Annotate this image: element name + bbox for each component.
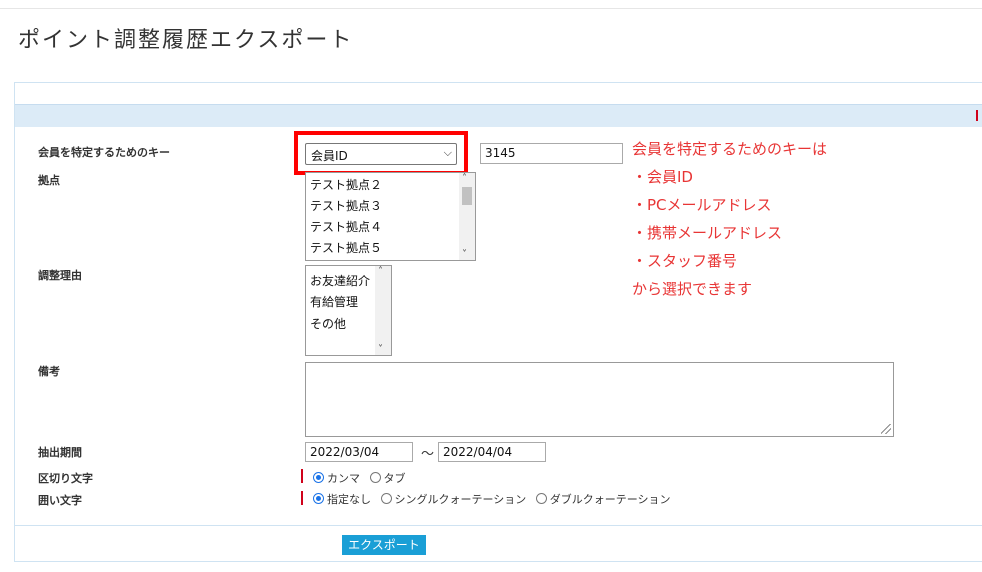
annotation-highlight-box [294,131,468,175]
annotation-line: から選択できます [632,280,753,298]
remarks-textarea[interactable] [305,362,894,437]
reason-option[interactable]: その他 [310,315,346,332]
annotation-line: ・PCメールアドレス [632,196,772,214]
location-listbox[interactable]: テスト拠点２ テスト拠点３ テスト拠点４ テスト拠点５ ˄ ˅ [305,172,476,261]
radio-tab[interactable] [369,472,381,483]
delimiter-radio-group: カンマ タブ [313,470,412,486]
scroll-thumb[interactable] [462,187,472,205]
radio-none[interactable] [313,493,324,504]
member-key-input[interactable]: 3145 [480,143,623,164]
delimiter-label: 区切り文字 [38,472,93,485]
annotation-line: ・携帯メールアドレス [632,224,783,242]
member-key-label: 会員を特定するためのキー [38,146,170,159]
radio-comma[interactable] [313,472,324,483]
radio-single-quote[interactable] [380,493,392,504]
location-option[interactable]: テスト拠点３ [310,197,382,214]
location-option[interactable]: テスト拠点４ [310,218,382,235]
top-divider [0,8,982,9]
required-marker [976,110,978,121]
location-scrollbar[interactable]: ˄ ˅ [459,173,475,260]
remarks-label: 備考 [38,365,60,378]
page-title: ポイント調整履歴エクスポート [18,28,354,53]
location-option[interactable]: テスト拠点２ [310,176,382,193]
period-from-input[interactable]: 2022/03/04 [305,442,413,462]
scroll-down-icon[interactable]: ˅ [462,249,467,260]
radio-double-quote[interactable] [535,493,547,504]
radio-single-quote-label[interactable]: シングルクォーテーション [395,493,527,506]
radio-tab-label[interactable]: タブ [384,472,406,485]
period-separator: 〜 [421,447,435,462]
scroll-up-icon[interactable]: ˄ [462,173,467,184]
reason-label: 調整理由 [38,269,82,282]
scroll-up-icon[interactable]: ˄ [378,266,383,277]
reason-option[interactable]: お友達紹介 [310,272,370,289]
enclosure-radio-group: 指定なし シングルクォーテーション ダブルクォーテーション [313,491,677,507]
radio-double-quote-label[interactable]: ダブルクォーテーション [550,493,671,506]
radio-comma-label[interactable]: カンマ [327,472,360,485]
reason-option[interactable]: 有給管理 [310,293,358,310]
radio-none-label[interactable]: 指定なし [327,493,371,506]
enclosure-label: 囲い文字 [38,494,82,507]
period-to-input[interactable]: 2022/04/04 [438,442,546,462]
location-option[interactable]: テスト拠点５ [310,239,382,256]
annotation-line: ・スタッフ番号 [632,252,738,270]
location-label: 拠点 [38,174,60,187]
required-marker [301,469,303,483]
resize-grip-icon[interactable] [881,424,891,434]
reason-listbox[interactable]: お友達紹介 有給管理 その他 ˄ ˅ [305,265,392,356]
form-divider [15,525,982,526]
annotation-line: 会員を特定するためのキーは [632,140,828,158]
annotation-line: ・会員ID [632,168,693,186]
period-label: 抽出期間 [38,446,82,459]
reason-scrollbar[interactable]: ˄ ˅ [375,266,391,355]
scroll-down-icon[interactable]: ˅ [378,344,383,355]
panel-header-bar [15,104,982,127]
required-marker [301,491,303,505]
export-button[interactable]: エクスポート [342,535,426,555]
